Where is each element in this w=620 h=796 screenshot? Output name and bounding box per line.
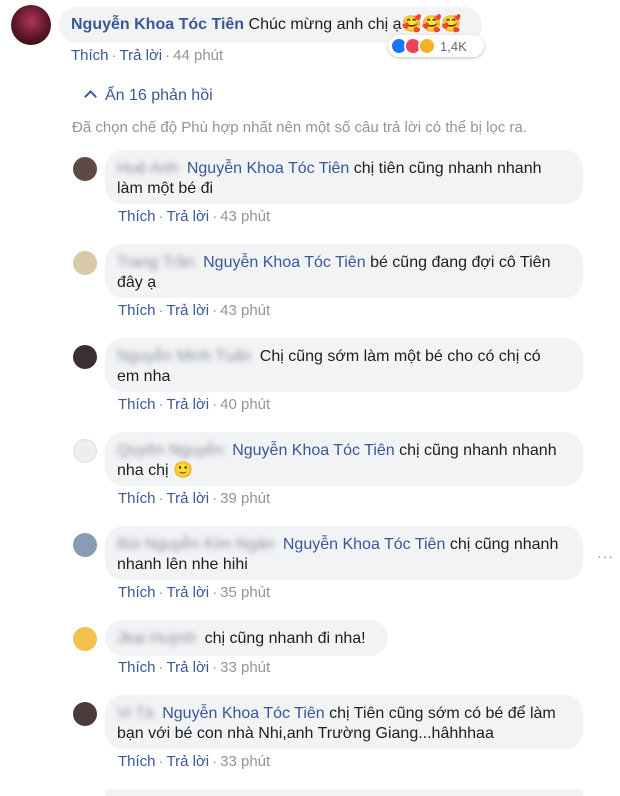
reply-text-line2: em nha <box>117 368 171 385</box>
more-options-icon[interactable]: ··· <box>597 548 614 564</box>
like-link[interactable]: Thích <box>118 302 156 319</box>
reply-avatar[interactable] <box>73 627 97 651</box>
reply-avatar[interactable] <box>73 251 97 275</box>
reply-link[interactable]: Trả lời <box>167 753 210 770</box>
reply-link[interactable]: Trả lời <box>167 302 210 319</box>
like-link[interactable]: Thích <box>118 584 156 601</box>
reply-time[interactable]: 33 phút <box>220 659 270 676</box>
reply-text-line2: nha chị 🙂 <box>117 462 193 479</box>
reply-time[interactable]: 39 phút <box>220 490 270 507</box>
reply-actions: Thích · Trả lời · 35 phút <box>118 584 271 601</box>
reply-bubble: Jkai Huỳnh chị cũng nhanh đi nha! <box>105 620 388 656</box>
reply-author[interactable]: Vi Tà <box>117 705 154 722</box>
reply-link[interactable]: Trả lời <box>167 208 210 225</box>
reply-mention[interactable]: Nguyễn Khoa Tóc Tiên <box>283 536 445 553</box>
reply-mention[interactable]: Nguyễn Khoa Tóc Tiên <box>203 254 365 271</box>
like-link[interactable]: Thích <box>118 208 156 225</box>
like-link[interactable]: Thích <box>118 659 156 676</box>
reply-bubble: Vi Tà Nguyễn Khoa Tóc Tiên chị Tiên cũng… <box>105 695 583 749</box>
reply-link[interactable]: Trả lời <box>120 47 163 64</box>
reply-mention[interactable]: Nguyễn Khoa Tóc Tiên <box>232 442 394 459</box>
haha-reaction-icon <box>418 37 436 55</box>
reply-time[interactable]: 33 phút <box>220 753 270 770</box>
reply-mention[interactable]: Nguyễn Khoa Tóc Tiên <box>162 705 324 722</box>
chevron-up-icon <box>84 90 97 103</box>
reply-avatar[interactable] <box>73 345 97 369</box>
reply-time[interactable]: 40 phút <box>220 396 270 413</box>
reply-author[interactable]: Nguyễn Minh Tuấn <box>117 348 251 365</box>
reply-bubble: Quyên Nguyễn Nguyễn Khoa Tóc Tiên chị cũ… <box>105 432 583 486</box>
next-reply-bubble-partial <box>105 789 583 796</box>
reply-link[interactable]: Trả lời <box>167 490 210 507</box>
reply-author[interactable]: Quyên Nguyễn <box>117 442 224 459</box>
hide-replies-label: Ẩn 16 phản hồi <box>105 87 213 104</box>
reply-text-line1: chị Tiên cũng sớm có bé để làm <box>329 705 556 722</box>
reply-actions: Thích · Trả lời · 40 phút <box>118 396 271 413</box>
reply-mention[interactable]: Nguyễn Khoa Tóc Tiên <box>187 160 349 177</box>
reply-bubble: Bùi Nguyễn Kim Ngân Nguyễn Khoa Tóc Tiên… <box>105 526 583 580</box>
comment-text: Chúc mừng anh chị ạ <box>248 16 402 33</box>
reply-link[interactable]: Trả lời <box>167 584 210 601</box>
reply-text-line1: Chị cũng sớm làm một bé cho có chị có <box>259 348 541 365</box>
reply-actions: Thích · Trả lời · 33 phút <box>118 659 271 676</box>
reply-time[interactable]: 43 phút <box>220 302 270 319</box>
reply-time[interactable]: 35 phút <box>220 584 270 601</box>
reply-time[interactable]: 43 phút <box>220 208 270 225</box>
comment-emoji: 🥰🥰🥰 <box>401 16 462 33</box>
reply-text-line2: làm một bé đi <box>117 180 214 197</box>
reaction-count: 1,4K <box>440 38 467 54</box>
reply-author[interactable]: Bùi Nguyễn Kim Ngân <box>117 536 274 553</box>
reply-actions: Thích · Trả lời · 39 phút <box>118 490 271 507</box>
like-link[interactable]: Thích <box>118 753 156 770</box>
comment-author[interactable]: Nguyễn Khoa Tóc Tiên <box>71 16 244 33</box>
reply-bubble: Trang Trần Nguyễn Khoa Tóc Tiên bé cũng … <box>105 244 583 298</box>
reply-text-line1: chị tiên cũng nhanh nhanh <box>353 160 542 177</box>
reply-avatar[interactable] <box>73 439 97 463</box>
reply-text-line2: đây ạ <box>117 274 157 291</box>
hide-replies-link[interactable]: Ẩn 16 phản hồi <box>82 87 213 105</box>
reply-actions: Thích · Trả lời · 43 phút <box>118 208 271 225</box>
reply-bubble: Huệ Anh Nguyễn Khoa Tóc Tiên chị tiên cũ… <box>105 150 583 204</box>
reply-avatar[interactable] <box>73 157 97 181</box>
reaction-summary[interactable]: 1,4K <box>388 35 484 57</box>
reply-avatar[interactable] <box>73 702 97 726</box>
like-link[interactable]: Thích <box>118 490 156 507</box>
reply-link[interactable]: Trả lời <box>167 659 210 676</box>
reply-link[interactable]: Trả lời <box>167 396 210 413</box>
reply-bubble: Nguyễn Minh Tuấn Chị cũng sớm làm một bé… <box>105 338 583 392</box>
reply-text-line2: bạn với bé con nhà Nhi,anh Trường Giang.… <box>117 725 494 742</box>
like-link[interactable]: Thích <box>71 47 109 64</box>
reply-actions: Thích · Trả lời · 43 phút <box>118 302 271 319</box>
main-comment-actions: Thích · Trả lời · 44 phút <box>71 47 224 64</box>
reply-actions: Thích · Trả lời · 33 phút <box>118 753 271 770</box>
comment-time[interactable]: 44 phút <box>173 47 223 64</box>
reply-text-line1: chị cũng nhanh nhanh <box>399 442 557 459</box>
reply-text-line1: chị cũng nhanh <box>449 536 559 553</box>
reply-author[interactable]: Jkai Huỳnh <box>117 630 196 647</box>
reply-author[interactable]: Huệ Anh <box>117 160 178 177</box>
reply-text-line2: nhanh lên nhe hihi <box>117 556 248 573</box>
commenter-avatar[interactable] <box>11 5 51 45</box>
reply-text-line1: bé cũng đang đợi cô Tiên <box>370 254 551 271</box>
filter-note: Đã chọn chế độ Phù hợp nhất nên một số c… <box>72 119 527 136</box>
reply-text-line1: chị cũng nhanh đi nha! <box>204 630 366 647</box>
reply-author[interactable]: Trang Trần <box>117 254 195 271</box>
reply-avatar[interactable] <box>73 533 97 557</box>
like-link[interactable]: Thích <box>118 396 156 413</box>
